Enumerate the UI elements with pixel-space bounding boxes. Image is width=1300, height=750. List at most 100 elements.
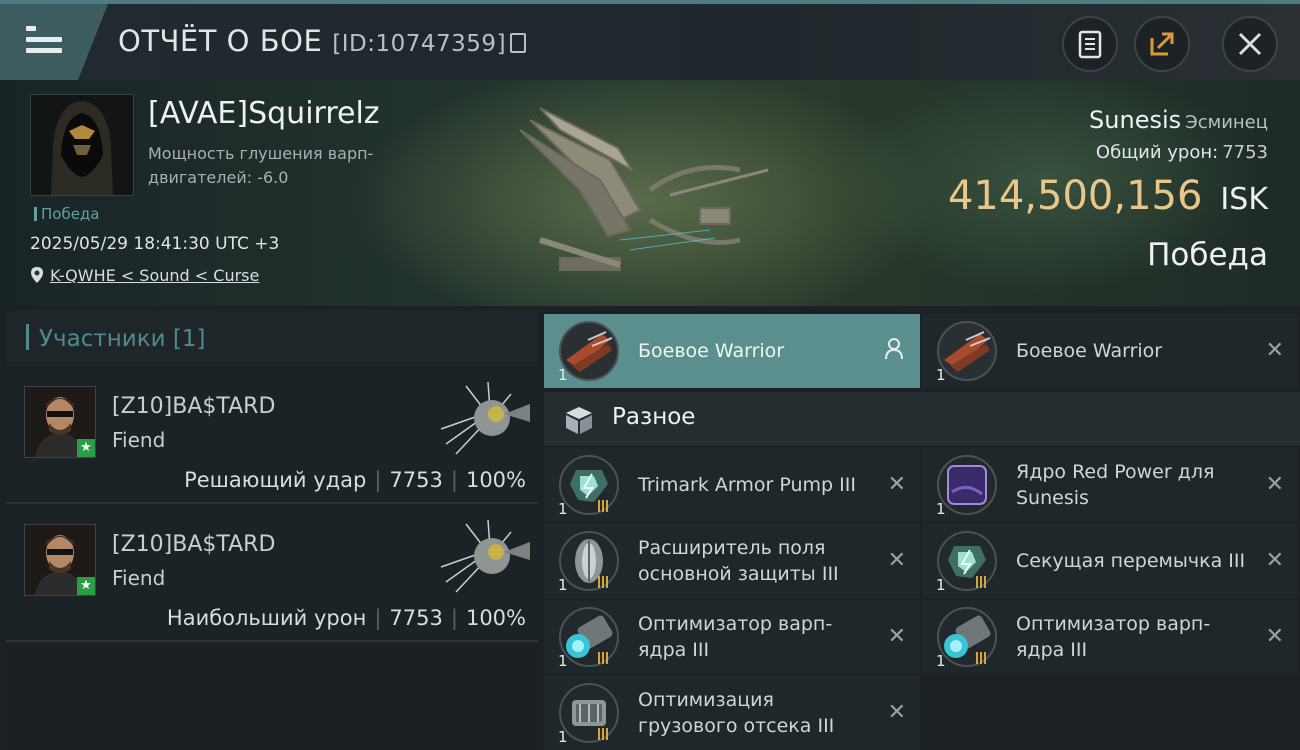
participant-avatar[interactable]: ★: [24, 524, 96, 596]
participant-avatar[interactable]: ★: [24, 386, 96, 458]
item-label: Trimark Armor Pump III: [638, 474, 856, 496]
destroyed-x-icon: ✕: [887, 700, 906, 725]
warp-disruption-text: Мощность глушения варп-двигателей: -6.0: [148, 144, 374, 187]
clipboard-icon: [1078, 30, 1102, 59]
ship-render: [519, 107, 769, 271]
victim-avatar[interactable]: [30, 94, 134, 196]
share-button[interactable]: [1134, 16, 1190, 72]
fitting-item[interactable]: 1 Ядро Red Power для Sunesis ✕: [922, 448, 1298, 522]
ship-class: Эсминец: [1185, 112, 1268, 133]
fiend-ship-icon: [440, 381, 530, 455]
participant-ship: Fiend: [112, 428, 166, 452]
participant-stats: Наибольший урон | 7753 | 100%: [166, 606, 526, 630]
destroyed-x-icon: ✕: [1265, 472, 1284, 497]
destroyed-x-icon: ✕: [887, 472, 906, 497]
fitting-item[interactable]: 1 Оптимизация грузового отсека III ✕: [544, 676, 920, 750]
participant-role: Наибольший урон: [166, 606, 367, 630]
person-icon[interactable]: [884, 338, 904, 360]
total-damage-line: Общий урон: 7753: [948, 142, 1268, 163]
fitting-item[interactable]: 1 Секущая перемычка III ✕: [922, 524, 1298, 598]
participant-ship: Fiend: [112, 566, 166, 590]
tier-iii-icon: [598, 573, 610, 592]
item-qty: 1: [558, 500, 568, 518]
close-button[interactable]: [1222, 16, 1278, 72]
participant-stats: Решающий удар | 7753 | 100%: [184, 468, 526, 492]
participant-percent: 100%: [465, 606, 526, 630]
location[interactable]: K-QWHE < Sound < Curse: [30, 266, 259, 285]
drone-slot-active[interactable]: 1 Боевое Warrior: [544, 314, 920, 388]
ship-name[interactable]: Sunesis: [1089, 106, 1181, 134]
fitting-item[interactable]: 1 Оптимизатор варп-ядра III ✕: [922, 600, 1298, 674]
drone-slot-destroyed[interactable]: 1 Боевое Warrior ✕: [922, 314, 1298, 388]
item-qty: 1: [936, 576, 946, 594]
ship-line: Sunesis Эсминец: [948, 106, 1268, 134]
kill-value-panel: Sunesis Эсминец Общий урон: 7753 414,500,1…: [948, 106, 1268, 273]
drone-qty: 1: [936, 366, 946, 384]
tier-iii-icon: [598, 649, 610, 668]
tier-iii-icon: [598, 725, 610, 744]
misc-header-label: Разное: [612, 404, 696, 430]
result-label: Победа: [1147, 237, 1268, 273]
menu-button[interactable]: [0, 4, 108, 80]
victory-tag: Победа: [34, 205, 100, 223]
isk-unit: ISK: [1220, 182, 1268, 217]
isk-value: 414,500,156: [947, 173, 1203, 219]
tier-iii-icon: [976, 649, 988, 668]
close-icon: [1238, 32, 1262, 56]
destroyed-x-icon: ✕: [1265, 338, 1284, 363]
item-label: Секущая перемычка III: [1016, 550, 1246, 572]
fitting-item[interactable]: 1 Расширитель поля основной защиты III ✕: [544, 524, 920, 598]
total-damage-value: 7753: [1222, 142, 1268, 163]
star-badge-icon: ★: [77, 577, 95, 595]
participant-name[interactable]: [Z10]BA$TARD: [112, 532, 275, 557]
star-badge-icon: ★: [77, 439, 95, 457]
destroyed-x-icon: ✕: [887, 624, 906, 649]
participant-row[interactable]: ★ [Z10]BA$TARD Fiend Решающий удар | 7753 |…: [6, 368, 538, 504]
item-qty: 1: [558, 652, 568, 670]
fitting-item[interactable]: 1 Оптимизатор варп-ядра III ✕: [544, 600, 920, 674]
participant-damage: 7753: [389, 468, 443, 492]
participant-percent: 100%: [465, 468, 526, 492]
report-id: [ID:10747359]: [332, 31, 507, 57]
victim-name[interactable]: [AVAE]Squirrelz: [148, 96, 380, 131]
destroyed-x-icon: ✕: [887, 548, 906, 573]
clipboard-button[interactable]: [1062, 16, 1118, 72]
tier-iii-icon: [976, 573, 988, 592]
fitting-item[interactable]: 1 Trimark Armor Pump III ✕: [544, 448, 920, 522]
page-title: ОТЧЁТ О БОЕ [ID:10747359]: [118, 24, 527, 58]
drone-label: Боевое Warrior: [1016, 340, 1163, 362]
item-label: Оптимизатор варп-ядра III: [638, 613, 833, 661]
destroyed-x-icon: ✕: [1265, 548, 1284, 573]
cube-icon: [566, 407, 592, 434]
title-bar: ОТЧЁТ О БОЕ [ID:10747359]: [0, 4, 1300, 80]
item-qty: 1: [936, 652, 946, 670]
location-pin-icon: [31, 267, 43, 283]
item-qty: 1: [558, 728, 568, 746]
participant-damage: 7753: [389, 606, 443, 630]
isk-line: 414,500,156 ISK: [948, 173, 1268, 219]
item-label: Расширитель поля основной защиты III: [638, 537, 839, 585]
item-label: Ядро Red Power для Sunesis: [1016, 461, 1215, 509]
kill-summary: [AVAE]Squirrelz Мощность глушения варп-д…: [0, 80, 1300, 306]
drone-label: Боевое Warrior: [638, 340, 785, 362]
item-label: Оптимизатор варп-ядра III: [1016, 613, 1211, 661]
fitting-panel: 1 Боевое Warrior 1 Боевое Warrior ✕ Разн…: [544, 314, 1300, 750]
share-icon: [1150, 32, 1174, 56]
misc-section-header[interactable]: Разное: [544, 392, 1300, 446]
destroyed-x-icon: ✕: [1265, 624, 1284, 649]
item-qty: 1: [936, 500, 946, 518]
fiend-ship-icon: [440, 519, 530, 593]
participant-role: Решающий удар: [184, 468, 367, 492]
item-label: Оптимизация грузового отсека III: [638, 689, 835, 737]
participant-row[interactable]: ★ [Z10]BA$TARD Fiend Наибольший урон | 775…: [6, 506, 538, 642]
copy-icon[interactable]: [510, 33, 527, 53]
page-title-text: ОТЧЁТ О БОЕ: [118, 24, 323, 58]
participants-header[interactable]: Участники [1]: [6, 310, 538, 366]
item-qty: 1: [558, 576, 568, 594]
tier-iii-icon: [598, 497, 610, 516]
kill-date: 2025/05/29 18:41:30 UTC +3: [30, 234, 280, 254]
total-damage-label: Общий урон:: [1095, 142, 1219, 163]
participant-name[interactable]: [Z10]BA$TARD: [112, 394, 275, 419]
drone-qty: 1: [558, 366, 568, 384]
location-text[interactable]: K-QWHE < Sound < Curse: [50, 266, 259, 285]
